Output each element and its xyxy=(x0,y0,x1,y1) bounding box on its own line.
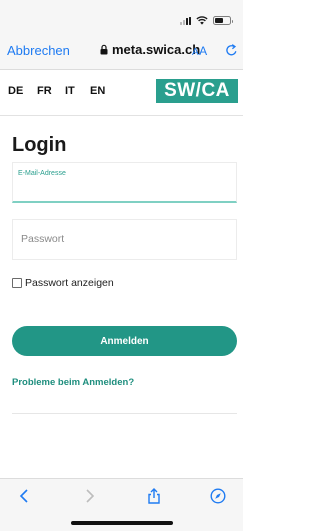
battery-icon xyxy=(213,16,233,25)
language-en[interactable]: EN xyxy=(90,85,105,97)
status-icons xyxy=(180,16,233,25)
wifi-icon xyxy=(196,16,208,25)
cancel-button[interactable]: Abbrechen xyxy=(7,43,70,58)
cellular-signal-icon xyxy=(180,16,191,25)
share-icon[interactable] xyxy=(146,488,162,504)
language-bar: DE FR IT EN SW/CA xyxy=(0,70,243,116)
password-field[interactable]: Passwort xyxy=(12,219,237,260)
compass-icon[interactable] xyxy=(210,488,226,504)
page-title: Login xyxy=(12,134,67,156)
back-icon[interactable] xyxy=(17,488,33,504)
status-bar xyxy=(0,0,243,34)
divider xyxy=(12,413,237,414)
login-help-link[interactable]: Probleme beim Anmelden? xyxy=(12,377,134,388)
language-de[interactable]: DE xyxy=(8,85,23,97)
url-field[interactable]: meta.swica.ch xyxy=(100,42,200,57)
login-button[interactable]: Anmelden xyxy=(12,326,237,356)
forward-icon[interactable] xyxy=(81,488,97,504)
reload-icon[interactable] xyxy=(225,44,238,57)
show-password-checkbox[interactable] xyxy=(12,278,22,288)
language-fr[interactable]: FR xyxy=(37,85,52,97)
show-password-label[interactable]: Passwort anzeigen xyxy=(25,277,114,289)
swica-logo[interactable]: SW/CA xyxy=(156,79,238,103)
text-size-button[interactable]: AA xyxy=(192,44,208,58)
email-field-label: E-Mail-Adresse xyxy=(18,170,66,177)
battery-level xyxy=(215,18,224,23)
email-field[interactable]: E-Mail-Adresse xyxy=(12,162,237,203)
password-placeholder: Passwort xyxy=(21,233,65,245)
browser-address-bar: Abbrechen meta.swica.ch AA xyxy=(0,34,243,70)
text-size-large-label: A xyxy=(199,44,208,58)
lock-icon xyxy=(100,44,108,55)
home-indicator xyxy=(71,521,173,525)
language-it[interactable]: IT xyxy=(65,85,75,97)
url-text: meta.swica.ch xyxy=(112,42,201,57)
show-password-toggle[interactable]: Passwort anzeigen xyxy=(12,277,114,289)
